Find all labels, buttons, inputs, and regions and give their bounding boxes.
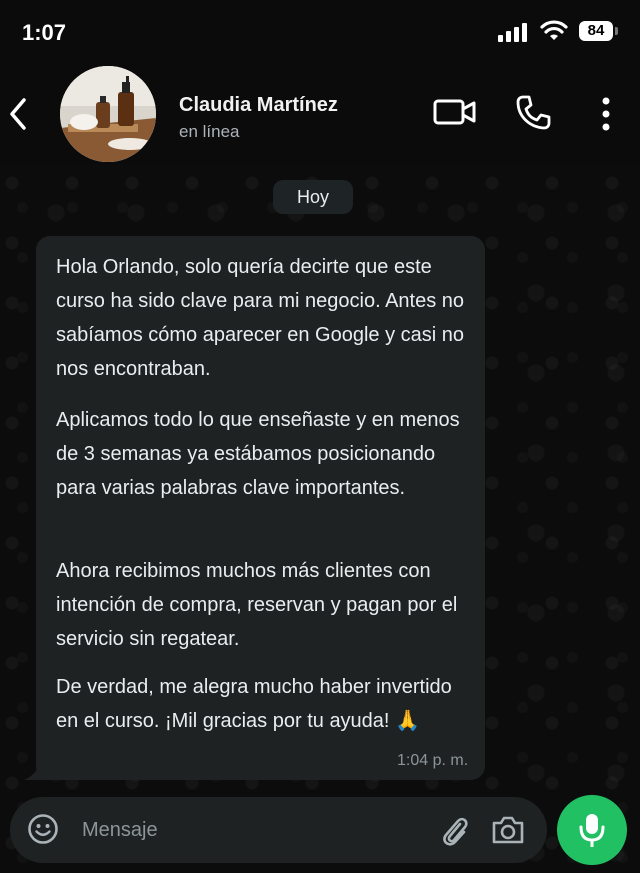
message-timestamp: 1:04 p. m.: [397, 752, 469, 769]
avatar-spa-photo: [60, 66, 156, 162]
contact-avatar[interactable]: [60, 66, 156, 162]
wifi-icon: [540, 20, 568, 40]
praying-hands-emoji: 🙏: [395, 710, 420, 732]
battery-indicator: 84: [579, 21, 618, 41]
date-chip: Hoy: [273, 180, 353, 214]
cellular-signal-icon: [498, 23, 527, 42]
message-paragraph: Ahora recibimos muchos más clientes con …: [56, 560, 458, 650]
chat-header: Claudia Martínez en línea: [0, 62, 640, 165]
emoji-icon[interactable]: [27, 813, 59, 845]
status-bar: 1:07 84: [0, 0, 640, 62]
message-paragraph: Aplicamos todo lo que enseñaste y en men…: [56, 409, 460, 499]
message-paragraph: Hola Orlando, solo quería decirte que es…: [56, 256, 465, 380]
phone-icon[interactable]: [514, 94, 552, 132]
more-vertical-icon[interactable]: [596, 96, 616, 132]
mic-icon: [579, 814, 605, 847]
back-arrow-icon[interactable]: [6, 94, 30, 134]
status-time: 1:07: [22, 20, 67, 45]
message-paragraph-text: De verdad, me alegra mucho haber inverti…: [56, 676, 452, 732]
video-camera-icon[interactable]: [432, 96, 478, 128]
attach-icon[interactable]: [438, 812, 470, 848]
mic-button[interactable]: [557, 795, 627, 865]
camera-icon[interactable]: [490, 814, 526, 846]
message-input[interactable]: [80, 812, 384, 848]
message-paragraph: De verdad, me alegra mucho haber inverti…: [56, 670, 476, 738]
contact-status: en línea: [179, 122, 240, 141]
contact-name[interactable]: Claudia Martínez: [179, 94, 338, 117]
